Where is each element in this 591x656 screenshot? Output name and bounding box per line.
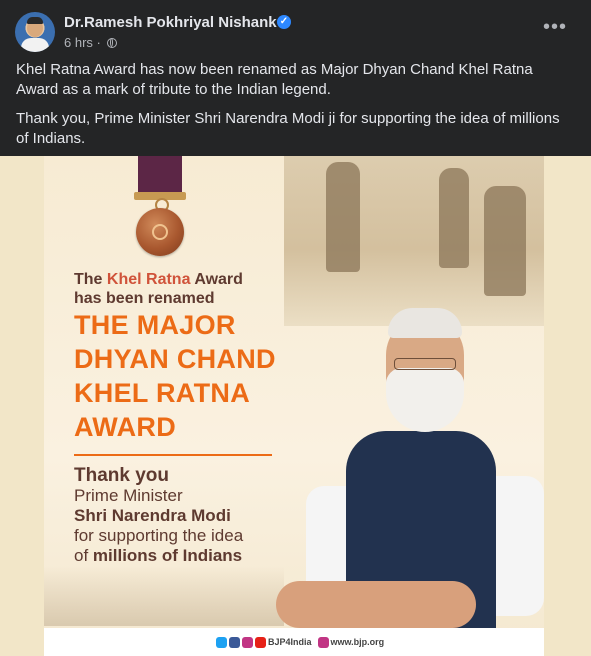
award-poster: The Khel Ratna Award has been renamed TH…	[44, 156, 544, 656]
medal-ribbon	[138, 156, 182, 194]
poster-pm-line-1: Prime Minister	[74, 486, 183, 505]
instagram-icon	[242, 636, 253, 648]
verified-badge-icon: ✓	[277, 15, 291, 29]
poster-pm-line-4: of millions of Indians	[74, 546, 242, 566]
post-header: Dr.Ramesh Pokhriyal Nishank ✓ 6 hrs · ••…	[0, 0, 591, 56]
twitter-icon	[216, 636, 227, 648]
portrait-glasses	[394, 358, 456, 370]
prime-minister-portrait	[276, 306, 544, 628]
post-text: Khel Ratna Award has now been renamed as…	[16, 60, 576, 158]
poster-pm-line-4-prefix: of	[74, 546, 93, 565]
hockey-player-figure	[484, 186, 526, 296]
folded-hands	[276, 581, 476, 628]
post-time[interactable]: 6 hrs	[64, 35, 93, 50]
facebook-icon	[229, 636, 240, 648]
footer-site: www.bjp.org	[330, 637, 385, 647]
portrait-hair	[388, 308, 462, 338]
poster-pm-line-2: Shri Narendra Modi	[74, 506, 231, 525]
poster-title-line-1: THE MAJOR	[74, 310, 236, 340]
poster-footer: BJP4India www.bjp.org	[44, 628, 544, 656]
skyline-silhouette	[44, 566, 284, 626]
medal-icon	[136, 208, 184, 256]
globe-icon[interactable]	[106, 38, 117, 48]
poster-line-1-suffix: Award	[190, 271, 243, 288]
post-paragraph-2: Thank you, Prime Minister Shri Narendra …	[16, 110, 560, 147]
hockey-player-figure	[326, 162, 360, 272]
poster-line-1-accent: Khel Ratna	[106, 271, 191, 288]
more-options-icon[interactable]: •••	[540, 16, 570, 46]
post-paragraph-1: Khel Ratna Award has now been renamed as…	[16, 61, 533, 98]
poster-title-line-3: KHEL RATNA	[74, 378, 250, 408]
post-meta: 6 hrs ·	[64, 35, 117, 50]
youtube-icon	[255, 636, 266, 648]
meta-separator: ·	[96, 35, 101, 50]
avatar-shirt	[21, 38, 49, 52]
social-handles: BJP4India www.bjp.org	[216, 635, 384, 649]
poster-title-line-2: DHYAN CHAND	[74, 344, 276, 374]
poster-pm-line-3: for supporting the idea	[74, 526, 244, 545]
poster-divider	[74, 454, 272, 456]
author-avatar[interactable]	[15, 12, 55, 52]
poster-pm-line-4-strong: millions of Indians	[92, 546, 243, 565]
footer-handle: BJP4India	[268, 637, 312, 647]
poster-thanks: Thank you	[74, 465, 170, 486]
poster-line-2: has been renamed	[74, 290, 215, 307]
post-image[interactable]: The Khel Ratna Award has been renamed TH…	[0, 156, 591, 656]
poster-line-1: The Khel Ratna Award	[74, 271, 243, 289]
hockey-player-figure	[439, 168, 469, 268]
author-name[interactable]: Dr.Ramesh Pokhriyal Nishank	[64, 14, 277, 31]
web-icon	[317, 636, 329, 648]
portrait-beard	[386, 368, 464, 432]
avatar-hair	[27, 17, 43, 24]
poster-title-line-4: AWARD	[74, 412, 176, 442]
poster-line-1-prefix: The	[74, 271, 107, 288]
facebook-post: Dr.Ramesh Pokhriyal Nishank ✓ 6 hrs · ••…	[0, 0, 591, 656]
